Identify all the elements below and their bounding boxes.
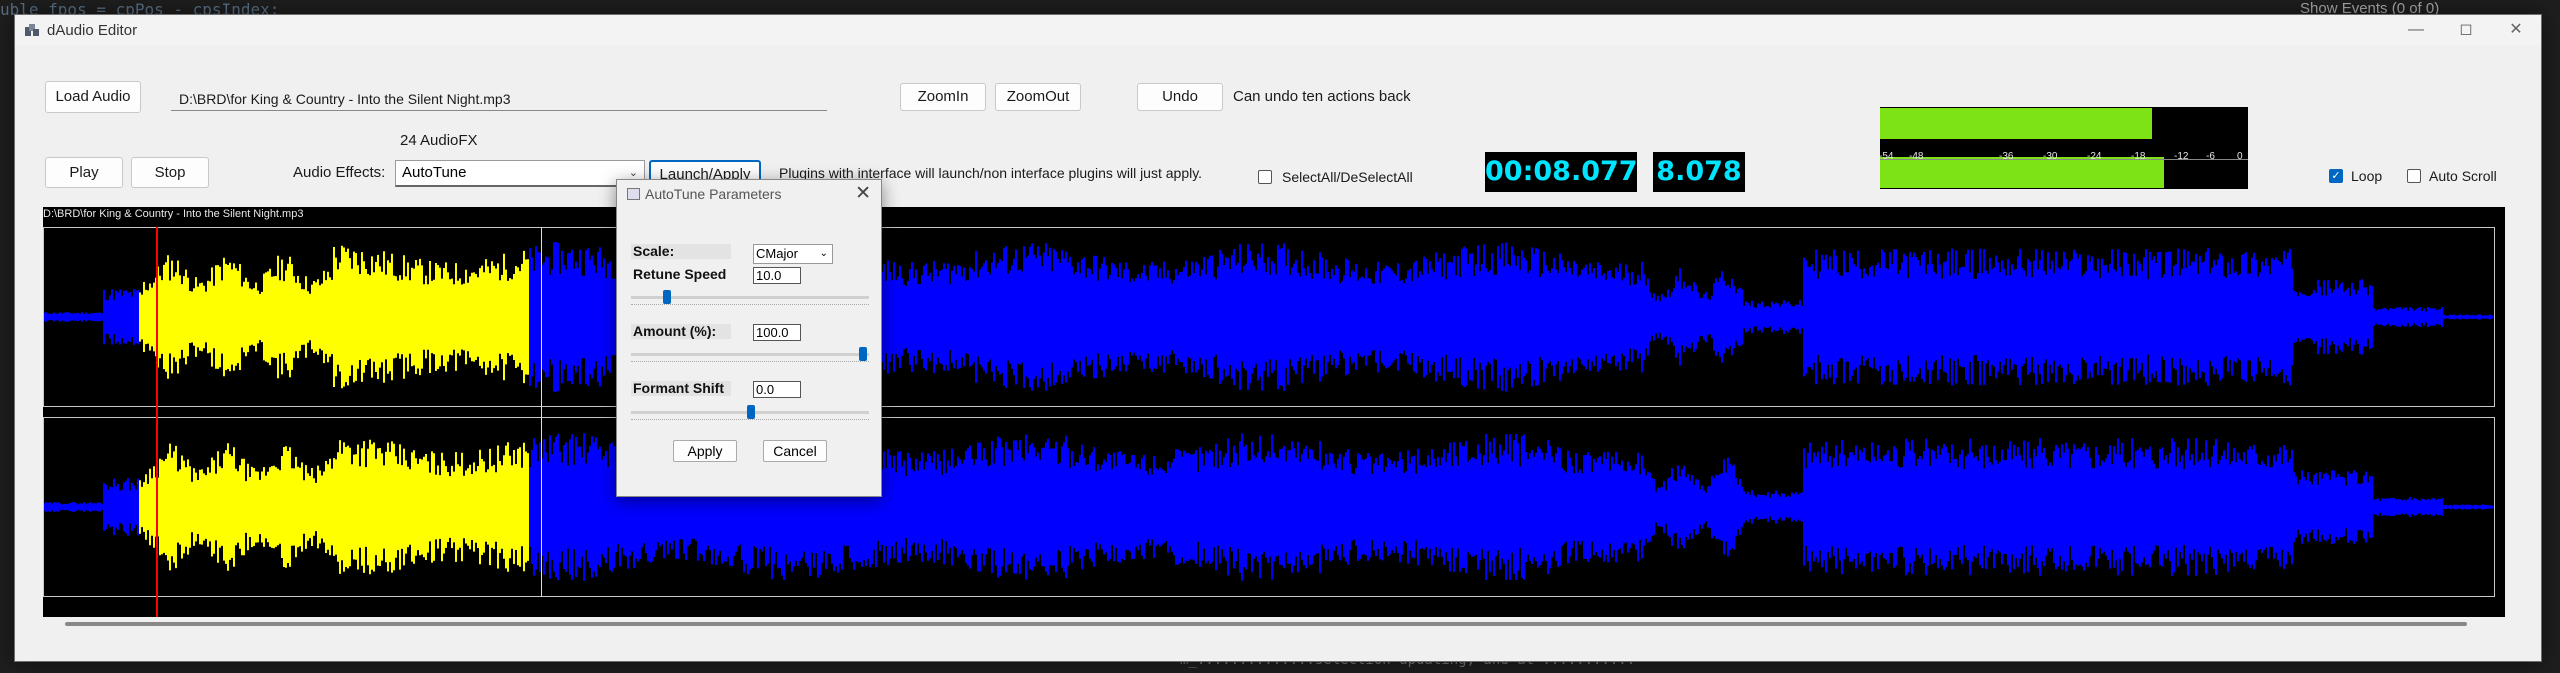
meter-tick: -30 — [2043, 151, 2058, 162]
minimize-icon[interactable]: — — [2391, 17, 2441, 43]
waveform-channel-right[interactable] — [43, 417, 2495, 597]
formant-shift-label: Formant Shift — [633, 380, 724, 396]
slider-thumb[interactable] — [663, 290, 671, 304]
zoom-in-button[interactable]: ZoomIn — [900, 83, 986, 111]
undo-hint: Can undo ten actions back — [1233, 88, 1411, 105]
close-icon[interactable]: ✕ — [855, 182, 871, 205]
time-seconds-display: 8.078 — [1653, 152, 1745, 192]
amount-field[interactable]: 100.0 — [753, 324, 801, 341]
window-title: dAudio Editor — [47, 22, 138, 39]
cancel-button[interactable]: Cancel — [763, 440, 827, 462]
app-window: dAudio Editor — ◻ ✕ Load Audio D:\BRD\fo… — [14, 14, 2542, 662]
fx-count-label: 24 AudioFX — [400, 132, 478, 149]
app-icon — [25, 24, 39, 36]
retune-speed-slider[interactable] — [631, 290, 869, 305]
amount-label: Amount (%): — [633, 323, 717, 339]
select-all-checkbox[interactable] — [1258, 170, 1272, 184]
meter-tick: -6 — [2206, 151, 2215, 162]
audio-effects-value: AutoTune — [402, 164, 467, 181]
scale-value: CMajor — [756, 246, 798, 261]
waveform-played — [139, 245, 529, 389]
waveform-channel-left[interactable] — [43, 227, 2495, 407]
playhead-line — [156, 227, 158, 617]
amount-slider[interactable] — [631, 347, 869, 362]
slider-thumb[interactable] — [859, 347, 867, 361]
chevron-down-icon: ⌄ — [819, 248, 828, 259]
close-icon[interactable]: ✕ — [2491, 17, 2541, 43]
retune-speed-field[interactable]: 10.0 — [753, 267, 801, 284]
apply-button[interactable]: Apply — [673, 440, 737, 462]
meter-tick: -54 — [1879, 151, 1894, 162]
meter-tick: -36 — [1999, 151, 2014, 162]
auto-scroll-checkbox[interactable] — [2407, 169, 2421, 183]
selection-marker — [541, 227, 542, 597]
file-path-field[interactable]: D:\BRD\for King & Country - Into the Sil… — [171, 87, 827, 111]
audio-effects-label: Audio Effects: — [293, 164, 386, 181]
meter-tick: 0 — [2237, 151, 2243, 162]
auto-scroll-label: Auto Scroll — [2429, 168, 2497, 184]
scale-select[interactable]: CMajor ⌄ — [753, 244, 833, 264]
meter-tick: -18 — [2131, 151, 2146, 162]
load-audio-button[interactable]: Load Audio — [45, 81, 141, 113]
level-meter: -54 -48 -36 -30 -24 -18 -12 -6 0 — [1879, 107, 2248, 189]
audio-effects-select[interactable]: AutoTune ⌄ — [395, 160, 645, 187]
stop-button[interactable]: Stop — [131, 157, 209, 188]
zoom-out-button[interactable]: ZoomOut — [995, 83, 1081, 111]
meter-tick: -12 — [2174, 151, 2189, 162]
dialog-icon — [627, 188, 640, 200]
meter-tick: -24 — [2087, 151, 2102, 162]
dialog-title: AutoTune Parameters — [645, 186, 782, 202]
select-all-label: SelectAll/DeSelectAll — [1282, 169, 1413, 185]
loop-checkbox[interactable]: ✓ — [2329, 169, 2343, 183]
maximize-icon[interactable]: ◻ — [2441, 17, 2491, 43]
horizontal-scrollbar[interactable] — [65, 622, 2467, 626]
slider-thumb[interactable] — [747, 405, 755, 419]
retune-speed-label: Retune Speed — [633, 266, 727, 282]
formant-shift-field[interactable]: 0.0 — [753, 381, 801, 398]
undo-button[interactable]: Undo — [1137, 83, 1223, 111]
play-button[interactable]: Play — [45, 157, 123, 188]
waveform-view[interactable]: D:\BRD\for King & Country - Into the Sil… — [43, 207, 2505, 617]
waveform-played — [139, 439, 529, 575]
scale-label: Scale: — [633, 243, 675, 259]
title-bar: dAudio Editor — ◻ ✕ — [15, 15, 2541, 45]
formant-shift-slider[interactable] — [631, 405, 869, 420]
waveform-right-svg — [44, 433, 2493, 581]
time-position-display: 00:08.077 — [1485, 152, 1638, 192]
meter-tick: -48 — [1909, 151, 1924, 162]
waveform-file-label: D:\BRD\for King & Country - Into the Sil… — [43, 208, 304, 220]
waveform-left-svg — [44, 242, 2493, 392]
meter-bar-left — [1880, 108, 2152, 139]
loop-label: Loop — [2351, 168, 2383, 184]
autotune-dialog: AutoTune Parameters ✕ Scale: CMajor ⌄ Re… — [616, 179, 882, 497]
